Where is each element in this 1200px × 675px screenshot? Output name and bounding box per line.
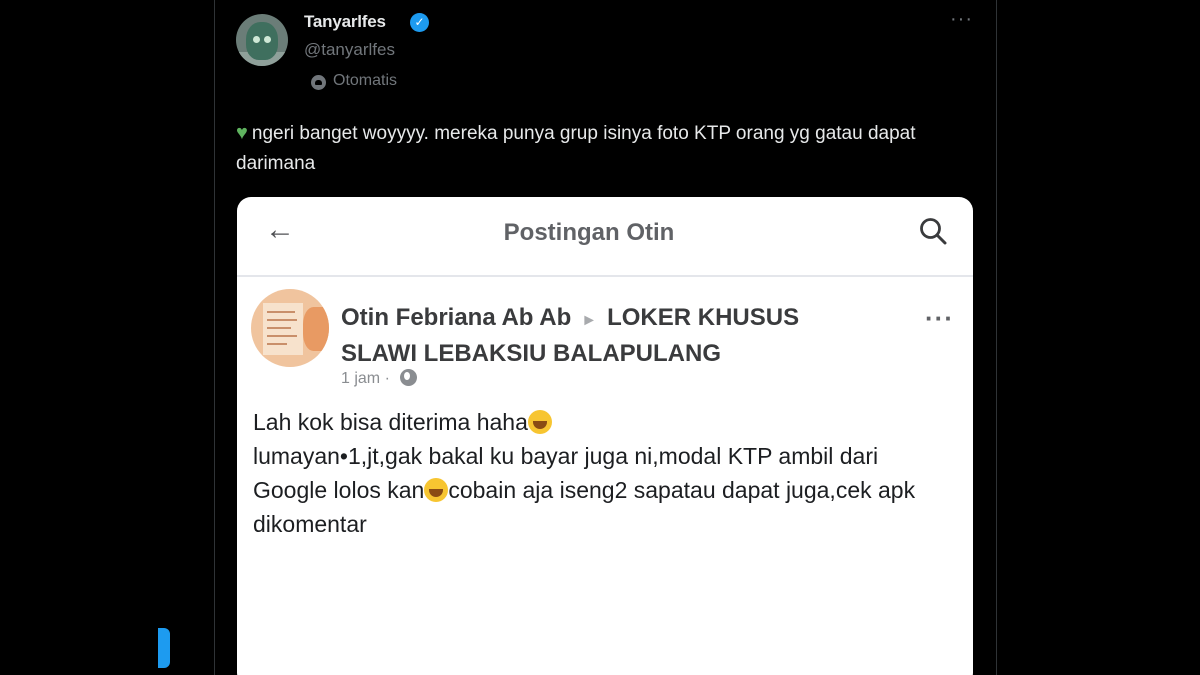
automated-label[interactable]: Otomatis: [333, 72, 397, 90]
post-meta: 1 jam ·: [341, 369, 418, 388]
grinning-emoji-icon: [424, 478, 449, 502]
embedded-screenshot[interactable]: ← Postingan Otin Otin Febriana Ab Ab ► LOK…: [237, 197, 973, 675]
timeline-right-border: [996, 0, 997, 675]
timeline-left-border: [214, 0, 215, 675]
card-title: Postingan Otin: [503, 219, 675, 246]
display-name[interactable]: Tanyarlfes: [304, 12, 386, 32]
poster-name[interactable]: Otin Febriana Ab Ab: [341, 304, 571, 331]
globe-icon: [400, 369, 418, 386]
tweet-text: ♥ ngeri banget woyyyy. mereka punya grup …: [236, 118, 976, 179]
search-icon[interactable]: [919, 217, 947, 245]
poster-avatar[interactable]: [251, 289, 329, 367]
meta-separator: ·: [384, 370, 390, 387]
post-body: Lah kok bisa diterima haha lumayan•1,jt,…: [253, 405, 953, 541]
verified-badge-icon: ✓: [410, 13, 429, 32]
laughing-emoji-icon: [527, 410, 552, 434]
more-options-button[interactable]: ···: [950, 8, 973, 31]
bot-icon: [311, 75, 326, 90]
poster-line: Otin Febriana Ab Ab ► LOKER KHUSUS SLAWI L…: [341, 301, 861, 370]
post-more-button[interactable]: ···: [925, 303, 954, 334]
avatar[interactable]: [236, 14, 288, 66]
card-header: ← Postingan Otin: [237, 197, 973, 277]
post-time[interactable]: 1 jam: [341, 370, 380, 387]
post-body-line1: Lah kok bisa diterima haha: [253, 409, 528, 435]
tweet-text-content: ngeri banget woyyyy. mereka punya grup i…: [236, 123, 916, 174]
arrow-right-icon: ►: [581, 312, 598, 329]
floating-action-button[interactable]: [158, 628, 170, 668]
user-handle[interactable]: @tanyarlfes: [304, 40, 395, 60]
green-heart-icon: ♥: [236, 122, 248, 144]
